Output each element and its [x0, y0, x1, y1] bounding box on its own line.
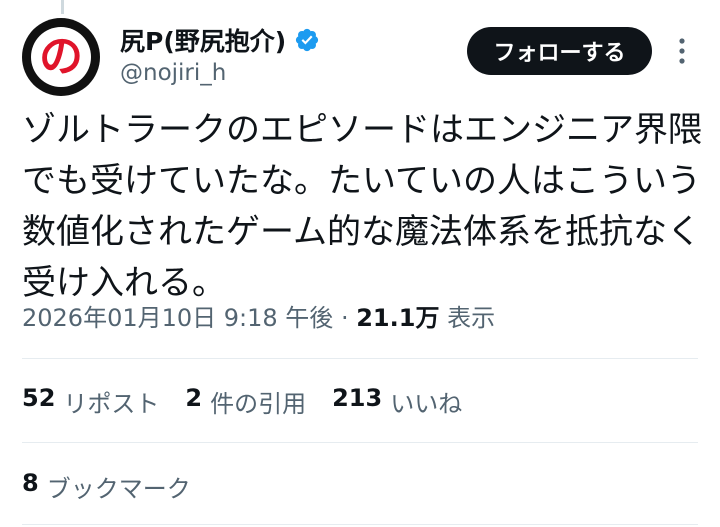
avatar[interactable]: の [22, 18, 100, 96]
author-handle[interactable]: @nojiri_h [120, 60, 226, 86]
retweets-count: 52 [22, 384, 56, 412]
bookmarks-count: 8 [22, 469, 39, 497]
views-label: 表示 [447, 304, 496, 332]
retweets-label: リポスト [63, 390, 160, 418]
quotes-count: 2 [185, 384, 203, 412]
tweet-text: ゾルトラークのエピソードはエンジニア界隈でも受けていたな。たいていの人はこういう… [22, 110, 702, 303]
avatar-glyph: の [31, 27, 91, 87]
likes-label: いいね [390, 390, 463, 418]
follow-button[interactable]: フォローする [467, 27, 652, 75]
engagement-stats: 52 リポスト 2 件の引用 213 いいね [22, 384, 462, 419]
divider [22, 442, 698, 443]
bookmarks-label: ブックマーク [46, 475, 191, 503]
retweets-stat[interactable]: 52 リポスト [22, 384, 159, 419]
author-display-name[interactable]: 尻P(野尻抱介) [120, 22, 286, 58]
author-name-row: 尻P(野尻抱介) [120, 22, 320, 58]
tweet-timestamp[interactable]: 2026年01月10日 9:18 午後 [22, 304, 333, 332]
quotes-label: 件の引用 [210, 390, 307, 418]
divider [22, 524, 698, 525]
meta-separator: · [340, 304, 349, 332]
quotes-stat[interactable]: 2 件の引用 [185, 384, 306, 419]
more-vertical-icon[interactable] [672, 34, 692, 68]
thread-connector-line [61, 0, 64, 14]
likes-count: 213 [332, 384, 383, 412]
bookmarks-stat[interactable]: 8 ブックマーク [22, 469, 191, 504]
likes-stat[interactable]: 213 いいね [332, 384, 462, 419]
verified-badge-icon [296, 28, 319, 52]
divider [22, 358, 698, 359]
views-count: 21.1万 [356, 304, 440, 332]
tweet-meta: 2026年01月10日 9:18 午後 · 21.1万 表示 [22, 298, 495, 333]
